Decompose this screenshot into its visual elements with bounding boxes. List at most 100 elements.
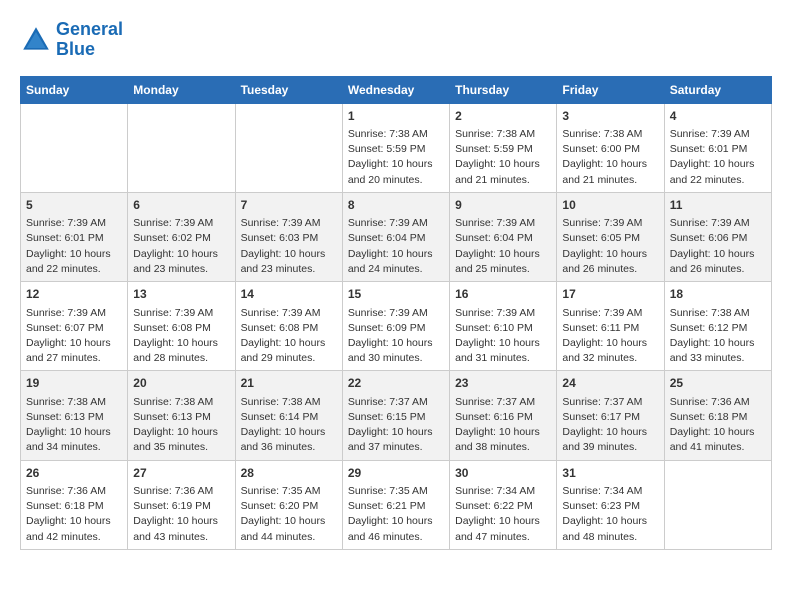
calendar-cell: 12 Sunrise: 7:39 AM Sunset: 6:07 PM Dayli…	[21, 282, 128, 371]
calendar-cell: 6Sunrise: 7:39 AM Sunset: 6:02 PM Daylig…	[128, 192, 235, 281]
day-info: Sunrise: 7:37 AM Sunset: 6:17 PM Dayligh…	[562, 395, 658, 456]
calendar-cell: 27 Sunrise: 7:36 AM Sunset: 6:19 PM Dayli…	[128, 460, 235, 549]
calendar-cell: 13 Sunrise: 7:39 AM Sunset: 6:08 PM Dayli…	[128, 282, 235, 371]
day-info: Sunrise: 7:38 AM Sunset: 6:14 PM Dayligh…	[241, 395, 337, 456]
calendar-cell: 4 Sunrise: 7:39 AM Sunset: 6:01 PM Daylig…	[664, 103, 771, 192]
day-number: 24	[562, 375, 658, 392]
calendar-cell: 19 Sunrise: 7:38 AM Sunset: 6:13 PM Dayli…	[21, 371, 128, 460]
day-info: Sunrise: 7:38 AM Sunset: 5:59 PM Dayligh…	[348, 127, 444, 188]
day-info: Sunrise: 7:39 AM Sunset: 6:04 PM Dayligh…	[348, 216, 444, 277]
day-header-friday: Friday	[557, 76, 664, 103]
day-number: 19	[26, 375, 122, 392]
calendar-cell: 29 Sunrise: 7:35 AM Sunset: 6:21 PM Dayli…	[342, 460, 449, 549]
day-info: Sunrise: 7:39 AM Sunset: 6:11 PM Dayligh…	[562, 306, 658, 367]
calendar-cell: 9 Sunrise: 7:39 AM Sunset: 6:04 PM Daylig…	[450, 192, 557, 281]
calendar-cell: 16Sunrise: 7:39 AM Sunset: 6:10 PM Dayli…	[450, 282, 557, 371]
logo-text: General Blue	[56, 20, 123, 60]
calendar-cell: 18 Sunrise: 7:38 AM Sunset: 6:12 PM Dayli…	[664, 282, 771, 371]
calendar-cell: 31 Sunrise: 7:34 AM Sunset: 6:23 PM Dayli…	[557, 460, 664, 549]
day-header-wednesday: Wednesday	[342, 76, 449, 103]
calendar-cell: 30 Sunrise: 7:34 AM Sunset: 6:22 PM Dayli…	[450, 460, 557, 549]
day-info: Sunrise: 7:36 AM Sunset: 6:18 PM Dayligh…	[670, 395, 766, 456]
page-header: General Blue	[20, 20, 772, 60]
day-info: Sunrise: 7:39 AM Sunset: 6:01 PM Dayligh…	[670, 127, 766, 188]
day-number: 11	[670, 197, 766, 214]
day-number: 10	[562, 197, 658, 214]
day-number: 8	[348, 197, 444, 214]
day-number: 25	[670, 375, 766, 392]
calendar-cell: 21 Sunrise: 7:38 AM Sunset: 6:14 PM Dayli…	[235, 371, 342, 460]
day-number: 12	[26, 286, 122, 303]
day-info: Sunrise: 7:38 AM Sunset: 6:13 PM Dayligh…	[133, 395, 229, 456]
day-info: Sunrise: 7:39 AM Sunset: 6:08 PM Dayligh…	[241, 306, 337, 367]
calendar-cell	[664, 460, 771, 549]
logo: General Blue	[20, 20, 123, 60]
day-info: Sunrise: 7:39 AM Sunset: 6:09 PM Dayligh…	[348, 306, 444, 367]
day-info: Sunrise: 7:39 AM Sunset: 6:08 PM Dayligh…	[133, 306, 229, 367]
calendar-table: SundayMondayTuesdayWednesdayThursdayFrid…	[20, 76, 772, 550]
day-info: Sunrise: 7:39 AM Sunset: 6:02 PM Dayligh…	[133, 216, 229, 277]
day-info: Sunrise: 7:39 AM Sunset: 6:03 PM Dayligh…	[241, 216, 337, 277]
day-info: Sunrise: 7:36 AM Sunset: 6:18 PM Dayligh…	[26, 484, 122, 545]
day-number: 14	[241, 286, 337, 303]
calendar-cell: 8 Sunrise: 7:39 AM Sunset: 6:04 PM Daylig…	[342, 192, 449, 281]
day-header-tuesday: Tuesday	[235, 76, 342, 103]
calendar-cell: 7 Sunrise: 7:39 AM Sunset: 6:03 PM Daylig…	[235, 192, 342, 281]
day-info: Sunrise: 7:34 AM Sunset: 6:23 PM Dayligh…	[562, 484, 658, 545]
day-info: Sunrise: 7:39 AM Sunset: 6:06 PM Dayligh…	[670, 216, 766, 277]
calendar-body: 1Sunrise: 7:38 AM Sunset: 5:59 PM Daylig…	[21, 103, 772, 549]
day-info: Sunrise: 7:39 AM Sunset: 6:07 PM Dayligh…	[26, 306, 122, 367]
calendar-cell: 2 Sunrise: 7:38 AM Sunset: 5:59 PM Daylig…	[450, 103, 557, 192]
day-number: 7	[241, 197, 337, 214]
calendar-cell: 25 Sunrise: 7:36 AM Sunset: 6:18 PM Dayli…	[664, 371, 771, 460]
calendar-cell: 3 Sunrise: 7:38 AM Sunset: 6:00 PM Daylig…	[557, 103, 664, 192]
day-number: 5	[26, 197, 122, 214]
day-number: 15	[348, 286, 444, 303]
calendar-cell	[235, 103, 342, 192]
day-number: 20	[133, 375, 229, 392]
day-number: 3	[562, 108, 658, 125]
day-info: Sunrise: 7:35 AM Sunset: 6:21 PM Dayligh…	[348, 484, 444, 545]
calendar-cell	[21, 103, 128, 192]
day-info: Sunrise: 7:39 AM Sunset: 6:05 PM Dayligh…	[562, 216, 658, 277]
calendar-cell: 22 Sunrise: 7:37 AM Sunset: 6:15 PM Dayli…	[342, 371, 449, 460]
day-info: Sunrise: 7:38 AM Sunset: 6:00 PM Dayligh…	[562, 127, 658, 188]
logo-icon	[20, 24, 52, 56]
day-number: 22	[348, 375, 444, 392]
calendar-cell: 28Sunrise: 7:35 AM Sunset: 6:20 PM Dayli…	[235, 460, 342, 549]
day-info: Sunrise: 7:35 AM Sunset: 6:20 PM Dayligh…	[241, 484, 337, 545]
calendar-cell: 11 Sunrise: 7:39 AM Sunset: 6:06 PM Dayli…	[664, 192, 771, 281]
day-info: Sunrise: 7:37 AM Sunset: 6:16 PM Dayligh…	[455, 395, 551, 456]
day-info: Sunrise: 7:37 AM Sunset: 6:15 PM Dayligh…	[348, 395, 444, 456]
day-number: 29	[348, 465, 444, 482]
calendar-week-2: 5Sunrise: 7:39 AM Sunset: 6:01 PM Daylig…	[21, 192, 772, 281]
calendar-cell: 5Sunrise: 7:39 AM Sunset: 6:01 PM Daylig…	[21, 192, 128, 281]
day-number: 27	[133, 465, 229, 482]
day-info: Sunrise: 7:38 AM Sunset: 5:59 PM Dayligh…	[455, 127, 551, 188]
calendar-week-3: 12 Sunrise: 7:39 AM Sunset: 6:07 PM Dayli…	[21, 282, 772, 371]
calendar-cell: 14 Sunrise: 7:39 AM Sunset: 6:08 PM Dayli…	[235, 282, 342, 371]
day-info: Sunrise: 7:36 AM Sunset: 6:19 PM Dayligh…	[133, 484, 229, 545]
day-number: 26	[26, 465, 122, 482]
day-info: Sunrise: 7:39 AM Sunset: 6:04 PM Dayligh…	[455, 216, 551, 277]
day-info: Sunrise: 7:38 AM Sunset: 6:12 PM Dayligh…	[670, 306, 766, 367]
calendar-week-4: 19 Sunrise: 7:38 AM Sunset: 6:13 PM Dayli…	[21, 371, 772, 460]
day-number: 9	[455, 197, 551, 214]
calendar-cell: 20 Sunrise: 7:38 AM Sunset: 6:13 PM Dayli…	[128, 371, 235, 460]
day-header-monday: Monday	[128, 76, 235, 103]
day-number: 23	[455, 375, 551, 392]
day-number: 13	[133, 286, 229, 303]
day-number: 2	[455, 108, 551, 125]
calendar-cell: 17Sunrise: 7:39 AM Sunset: 6:11 PM Dayli…	[557, 282, 664, 371]
day-number: 30	[455, 465, 551, 482]
day-info: Sunrise: 7:34 AM Sunset: 6:22 PM Dayligh…	[455, 484, 551, 545]
calendar-cell: 24 Sunrise: 7:37 AM Sunset: 6:17 PM Dayli…	[557, 371, 664, 460]
day-info: Sunrise: 7:38 AM Sunset: 6:13 PM Dayligh…	[26, 395, 122, 456]
day-number: 4	[670, 108, 766, 125]
day-number: 21	[241, 375, 337, 392]
day-number: 31	[562, 465, 658, 482]
day-number: 18	[670, 286, 766, 303]
calendar-cell: 10 Sunrise: 7:39 AM Sunset: 6:05 PM Dayli…	[557, 192, 664, 281]
calendar-cell	[128, 103, 235, 192]
calendar-cell: 15 Sunrise: 7:39 AM Sunset: 6:09 PM Dayli…	[342, 282, 449, 371]
